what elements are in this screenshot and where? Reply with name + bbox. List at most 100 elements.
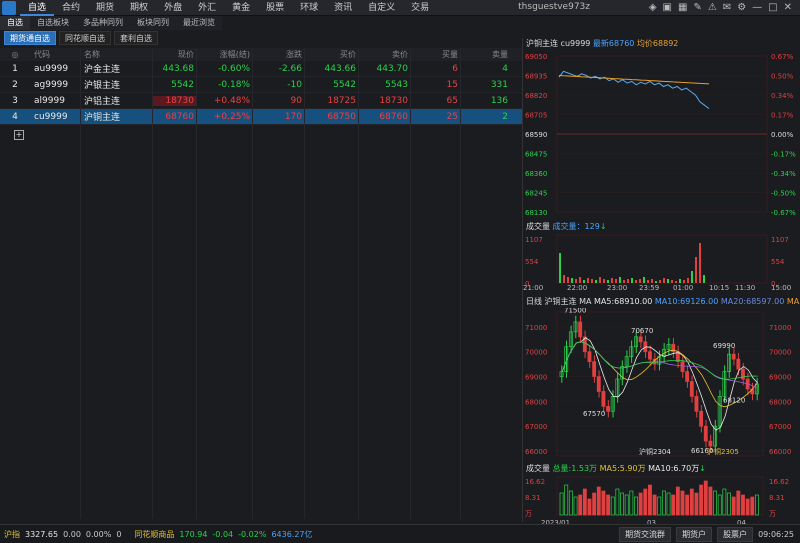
y-tick-label: 68245 [525, 190, 547, 198]
menu-10[interactable]: 自定义 [360, 0, 403, 16]
mail-icon[interactable]: ✉ [723, 1, 731, 15]
cell-ask: 443.70 [376, 63, 409, 74]
time-tick-label: 01:00 [673, 284, 693, 291]
volume-bar [573, 496, 578, 516]
candle-body [685, 371, 690, 382]
table-row[interactable]: 4 cu9999 沪铜主连 68760 +0.25% 170 68750 68760 25 2 [0, 109, 522, 125]
kline-chart[interactable]: 71000 71000 70000 70000 69000 69000 68000 68000… [523, 306, 800, 460]
menu-2[interactable]: 期货 [88, 0, 122, 16]
index-change: 0.00 [63, 529, 81, 539]
column-header[interactable]: 卖量 [460, 49, 510, 60]
alert-icon[interactable]: ⚠ [708, 1, 717, 15]
time-tick-label: 11:30 [735, 284, 755, 291]
sub-tab-2[interactable]: 多品种同列 [76, 16, 130, 30]
table-row[interactable]: 2 ag9999 沪银主连 5542 -0.18% -10 5542 5543 15 331 [0, 77, 522, 93]
intraday-volume-chart[interactable]: 1107 1107554 5540 021:00 22:00 23:00 23:59 01:0… [523, 233, 800, 292]
sub-tab-4[interactable]: 最近浏览 [176, 16, 222, 30]
cell-name: 沪铝主连 [84, 97, 121, 107]
grid-line [80, 48, 81, 519]
menu-8[interactable]: 环球 [292, 0, 326, 16]
volume-bar [643, 277, 645, 283]
price-marker: 69990 [713, 342, 735, 350]
cell-chg: -10 [287, 79, 302, 90]
volume-bar [731, 496, 736, 516]
index-value: 3327.65 [25, 529, 59, 539]
stock-account-button[interactable]: 股票户 [717, 526, 754, 542]
volume-bar [647, 280, 649, 283]
volume-bar [699, 484, 704, 516]
minimize-icon[interactable]: — [752, 1, 762, 15]
group-tab-0[interactable]: 期货通自选 [4, 31, 56, 45]
volume-bar [675, 281, 677, 283]
menu-5[interactable]: 外汇 [190, 0, 224, 16]
volume-bar [717, 494, 722, 516]
app-logo [2, 0, 16, 15]
volume-bar [683, 280, 685, 283]
menu-3[interactable]: 期权 [122, 0, 156, 16]
column-header[interactable]: 卖价 [358, 49, 410, 60]
group-tab-2[interactable]: 套利自选 [114, 31, 158, 45]
column-header[interactable]: 现价 [152, 49, 196, 60]
menu-9[interactable]: 资讯 [326, 0, 360, 16]
column-header[interactable]: 名称 [80, 49, 152, 60]
volume-bar [754, 494, 759, 516]
volume-bar [667, 279, 669, 283]
edit-icon[interactable]: ✎ [693, 1, 701, 15]
cell-price: 18730 [152, 95, 196, 106]
sub-tab-0[interactable]: 自选 [0, 16, 30, 30]
index-name: 沪指 [4, 529, 20, 539]
grid-line [304, 48, 305, 519]
sub-tab-1[interactable]: 自选板块 [30, 16, 76, 30]
volume-bar [607, 280, 609, 283]
table-row[interactable]: 1 au9999 沪金主连 443.68 -0.60% -2.66 443.66 443.70… [0, 61, 522, 77]
volume-bar [675, 486, 680, 516]
layers-icon[interactable]: ◈ [649, 1, 657, 15]
cell-ask: 18730 [379, 95, 408, 106]
table-row[interactable]: 3 al9999 沪铝主连 18730 +0.48% 90 18725 18730 65 136 [0, 93, 522, 109]
volume-bar [601, 490, 606, 516]
cell-code: cu9999 [34, 111, 68, 122]
menu-11[interactable]: 交易 [403, 0, 437, 16]
time-tick-label: 22:00 [567, 284, 587, 291]
close-icon[interactable]: ✕ [784, 1, 792, 15]
menu-7[interactable]: 股票 [258, 0, 292, 16]
candle-body [601, 391, 606, 407]
sub-tab-3[interactable]: 板块同列 [130, 16, 176, 30]
candle-body [606, 405, 611, 412]
index-extra: 0 [116, 529, 122, 539]
y-tick-label: 67000 [769, 423, 791, 431]
volume-bar [596, 486, 601, 516]
volume-tick-label: 万 [769, 510, 776, 518]
candle-body [689, 381, 694, 397]
y-tick-label: 68705 [525, 112, 547, 120]
column-header[interactable]: 代码 [30, 49, 80, 60]
menu-0[interactable]: 自选 [20, 0, 55, 16]
user-name[interactable]: thsguestve973z [518, 2, 590, 12]
volume-bar [745, 498, 750, 516]
add-contract-button[interactable]: + [14, 130, 24, 140]
commodity-index-change: -0.04 [212, 529, 234, 539]
calendar-icon[interactable]: ▦ [678, 1, 687, 15]
clock: 09:06:25 [758, 529, 794, 539]
futures-group-button[interactable]: 期货交流群 [619, 526, 672, 542]
volume-bar [595, 280, 597, 283]
column-header[interactable]: ◎ [0, 50, 30, 59]
column-header[interactable]: 买价 [304, 49, 358, 60]
volume-bar [627, 279, 629, 283]
pct-tick-label: 0.17% [771, 112, 794, 120]
group-tab-1[interactable]: 同花顺自选 [59, 31, 111, 45]
save-icon[interactable]: ▣ [663, 1, 672, 15]
settings-icon[interactable]: ⚙ [737, 1, 746, 15]
kline-volume-chart[interactable]: 16.62 16.628.31 8.31万 万2023/01 03 04 [523, 475, 800, 527]
menu-1[interactable]: 合约 [54, 0, 88, 16]
maximize-icon[interactable]: □ [768, 1, 777, 15]
menu-6[interactable]: 黄金 [224, 0, 258, 16]
futures-account-button[interactable]: 期货户 [676, 526, 713, 542]
column-header[interactable]: 涨跌 [252, 49, 304, 60]
y-tick-label: 71000 [769, 324, 791, 332]
menu-4[interactable]: 外盘 [156, 0, 190, 16]
cell-n: 2 [12, 79, 18, 90]
column-header[interactable]: 买量 [410, 49, 460, 60]
intraday-chart[interactable]: 69050 0.67% 68935 0.50% 68820 0.34% 68705 0.17%… [523, 50, 800, 218]
column-header[interactable]: 涨幅(结) [196, 49, 252, 60]
